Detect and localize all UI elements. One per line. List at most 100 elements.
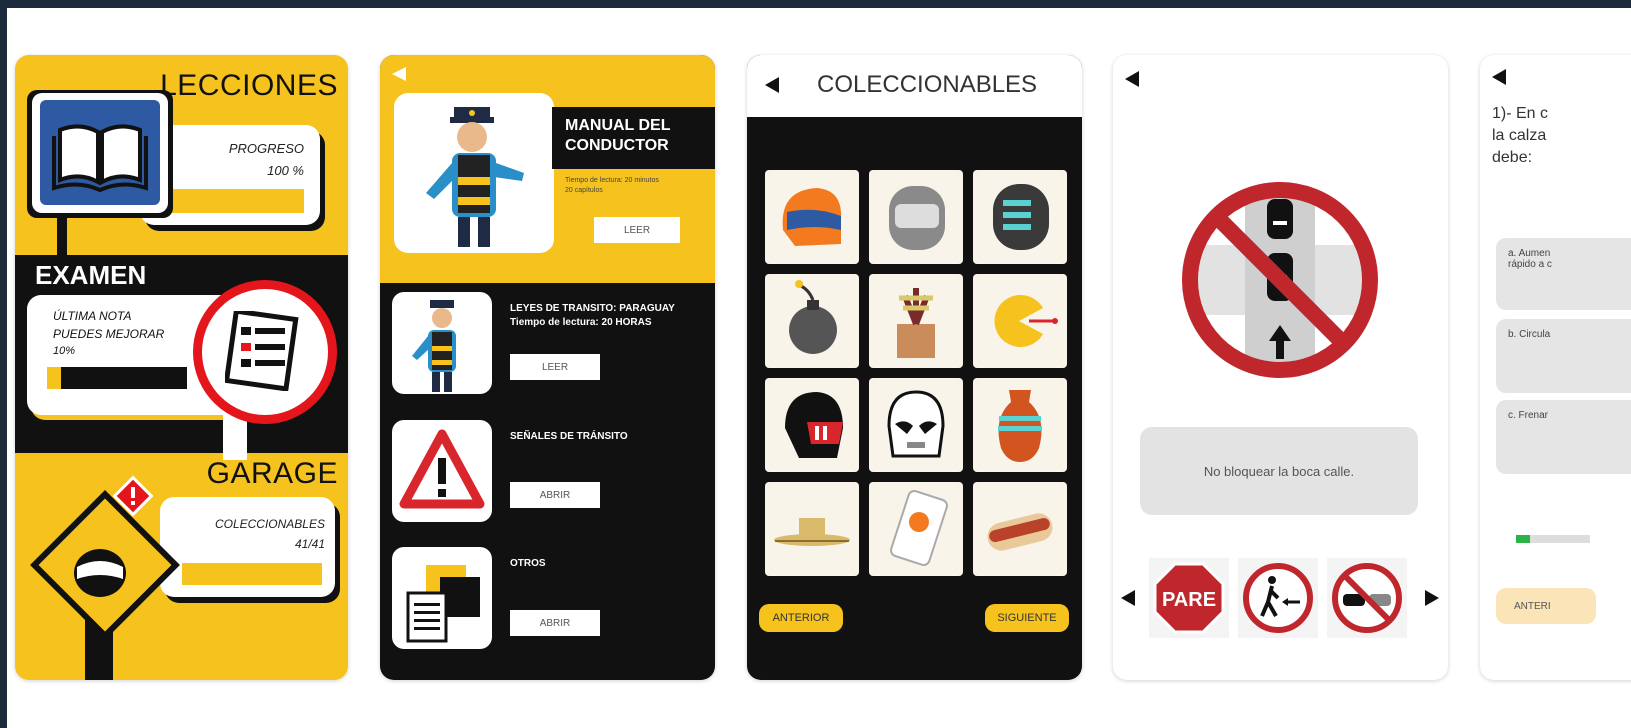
collectibles-bar-fill [182,563,322,585]
stop-sign-text: PARE [1162,589,1216,611]
progress-indicator-track [1530,535,1590,543]
sign-caption-box: No bloquear la boca calle. [1140,427,1418,515]
collectibles-title: COLECCIONABLES [817,71,1038,98]
back-arrow-icon[interactable] [1492,69,1506,85]
prev-button[interactable]: ANTERIOR [759,604,843,632]
no-blocking-intersection-sign-icon [1182,182,1378,378]
sign-thumb-no-overtaking[interactable] [1327,558,1407,638]
back-arrow-icon[interactable] [1125,71,1139,87]
collectible-item[interactable] [973,482,1067,576]
warning-triangle-icon [399,429,485,509]
sign-thumb-pedestrian[interactable] [1238,558,1318,638]
question-line1: 1)- En c [1492,105,1549,122]
sign-thumb-stop[interactable]: PARE [1149,558,1229,638]
manual-meta-chapters: 20 capítulos [565,187,603,194]
option-a[interactable]: a. Aumen rápido a c [1496,238,1631,310]
option-a-line1: a. Aumen [1508,248,1551,259]
others-thumbnail [392,547,492,649]
collectible-item[interactable] [973,378,1067,472]
collectible-item[interactable] [765,378,859,472]
collectible-item[interactable] [869,274,963,368]
checklist-icon [193,280,337,424]
exam-title: EXAMEN [35,260,147,290]
law-title: LEYES DE TRANSITO: PARAGUAY [510,303,675,314]
collectible-item[interactable] [973,170,1067,264]
improve-label: PUEDES MEJORAR [53,327,165,341]
grade-bar-track [47,367,187,389]
others-title: OTROS [510,558,546,569]
open-others-button[interactable]: ABRIR [510,610,600,636]
police-officer-icon [412,300,456,392]
prev-question-button[interactable]: ANTERI [1496,588,1596,624]
open-signs-button[interactable]: ABRIR [510,482,600,508]
prev-sign-arrow-icon[interactable] [1121,590,1135,606]
last-grade-label: ÚLTIMA NOTA [53,309,132,323]
manual-title-line1: MANUAL DEL [565,117,671,134]
next-button[interactable]: SIGUIENTE [985,604,1069,632]
collectible-item[interactable] [869,378,963,472]
top-border [0,0,1631,8]
option-a-line2: rápido a c [1508,259,1552,270]
sign-caption: No bloquear la boca calle. [1203,463,1355,479]
back-arrow-icon[interactable] [765,77,779,93]
no-overtaking-icon [1332,563,1402,633]
panel-signs: No bloquear la boca calle. PARE [1113,55,1448,680]
question-line2: la calza [1492,127,1547,144]
option-b-text: b. Circula [1508,329,1551,340]
read-law-button[interactable]: LEER [510,354,600,380]
option-c-text: c. Frenar [1508,410,1549,421]
next-sign-arrow-icon[interactable] [1425,590,1439,606]
lessons-title: LECCIONES [160,69,338,102]
grade-bar-fill [47,367,61,389]
helmet-warning-sign-icon [30,475,180,640]
manual-title-line2: CONDUCTOR [565,137,669,154]
stormtrooper-icon [887,390,945,458]
signs-title: SEÑALES DE TRÁNSITO [510,431,628,442]
panel-main-menu: LECCIONES PROGRESO 100 % EXAMEN ÚLTIMA N… [15,55,348,680]
read-manual-button[interactable]: LEER [594,217,680,243]
officer-card [394,93,554,253]
stop-sign-icon: PARE [1153,562,1225,634]
collectibles-label: COLECCIONABLES [214,517,325,531]
progress-indicator-current [1516,535,1530,543]
left-border [0,0,7,728]
law-thumbnail [392,292,492,394]
book-icon [40,100,160,205]
police-officer-icon [426,107,524,247]
vase-icon [998,390,1042,462]
collectible-item[interactable] [765,482,859,576]
pacman-icon [994,295,1058,347]
collectible-item[interactable] [869,482,963,576]
helmet-orange-icon [782,188,842,246]
collectibles-bar-track [182,563,322,585]
plant-pot-icon [897,288,935,358]
manual-meta-time: Tiempo de lectura: 20 minutos [565,177,659,184]
option-b[interactable]: b. Circula [1496,319,1631,393]
progress-bar-fill [164,189,304,213]
back-arrow-icon[interactable] [390,65,408,83]
signs-thumbnail [392,420,492,522]
progress-label: PROGRESO [228,141,304,156]
collectible-item[interactable] [869,170,963,264]
panel-exam: 1)- En c la calza debe: a. Aumen rápido … [1480,55,1631,680]
collectible-item[interactable] [765,274,859,368]
collectible-item[interactable] [973,274,1067,368]
garage-title: GARAGE [206,457,338,490]
phone-case-icon [890,490,948,566]
sombrero-icon [774,518,850,546]
panel-collectibles: COLECCIONABLES ANTERIOR SIGUIENTE [747,55,1082,680]
panel-lessons: MANUAL DEL CONDUCTOR Tiempo de lectura: … [380,55,715,680]
bomb-icon [789,280,837,354]
grade-value: 10% [53,345,76,357]
question-line3: debe: [1492,149,1533,166]
collectibles-value: 41/41 [294,537,325,551]
helmet-stripes-icon [993,184,1049,250]
progress-bar-track [164,189,304,213]
progress-value: 100 % [267,163,304,178]
hotdog-icon [987,513,1053,551]
option-c[interactable]: c. Frenar [1496,400,1631,474]
collectible-item[interactable] [765,170,859,264]
pedestrian-prohibited-icon [1243,563,1313,633]
law-reading-time: Tiempo de lectura: 20 HORAS [510,317,652,328]
documents-icon [406,565,480,643]
